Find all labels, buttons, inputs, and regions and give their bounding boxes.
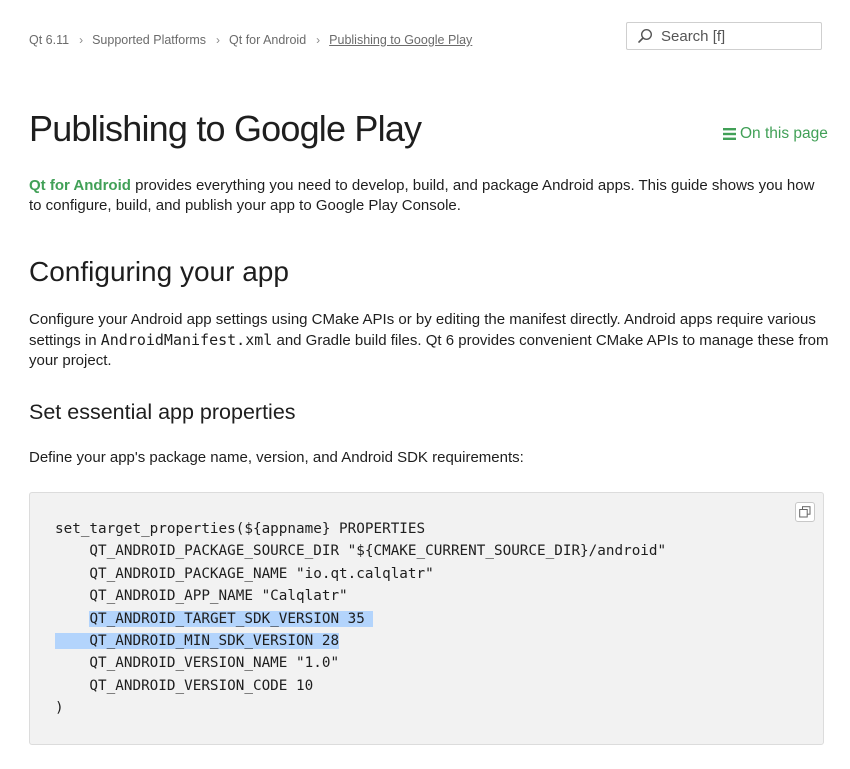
code-line: set_target_properties(${appname} PROPERT… [55,521,426,537]
breadcrumb-supported-platforms[interactable]: Supported Platforms [92,33,206,47]
chevron-right-icon: › [79,33,84,47]
on-this-page-label: On this page [740,125,828,142]
code-selected-text: QT_ANDROID_TARGET_SDK_VERSION 35 [89,610,374,627]
code-line-selected: QT_ANDROID_MIN_SDK_VERSION 28 [55,630,666,652]
subsection-paragraph: Define your app's package name, version,… [29,449,524,466]
code-line: ) [55,700,64,717]
code-content[interactable]: set_target_properties(${appname} PROPERT… [55,518,666,720]
menu-icon [723,128,736,140]
qt-for-android-link[interactable]: Qt for Android [29,177,131,194]
intro-paragraph: Qt for Android provides everything you n… [29,176,829,216]
code-line: QT_ANDROID_APP_NAME "Calqlatr" [55,588,348,605]
intro-text: provides everything you need to develop,… [29,177,815,214]
code-line-selected-partial: QT_ANDROID_TARGET_SDK_VERSION 35 [55,608,666,630]
manifest-code: AndroidManifest.xml [100,331,273,349]
search-icon [637,28,653,44]
code-line: QT_ANDROID_PACKAGE_SOURCE_DIR "${CMAKE_C… [55,543,667,560]
copy-icon [799,506,811,518]
section-paragraph: Configure your Android app settings usin… [29,310,829,371]
section-heading: Configuring your app [29,256,289,287]
on-this-page-toggle[interactable]: On this page [723,125,828,143]
breadcrumb-qt-for-android[interactable]: Qt for Android [229,33,306,47]
code-line: QT_ANDROID_PACKAGE_NAME "io.qt.calqlatr" [55,565,434,582]
breadcrumb-current-page[interactable]: Publishing to Google Play [329,33,472,47]
chevron-right-icon: › [316,33,321,47]
copy-button[interactable] [795,502,815,522]
code-line: QT_ANDROID_VERSION_CODE 10 [55,677,314,694]
code-selected-text: QT_ANDROID_MIN_SDK_VERSION 28 [55,632,340,649]
code-line: QT_ANDROID_VERSION_NAME "1.0" [55,655,340,672]
search-input[interactable] [661,27,811,45]
search-box[interactable] [626,22,822,50]
breadcrumb-qt-version[interactable]: Qt 6.11 [29,33,69,47]
chevron-right-icon: › [216,33,221,47]
breadcrumb: Qt 6.11 › Supported Platforms › Qt for A… [29,33,472,47]
page-title: Publishing to Google Play [29,108,422,149]
subsection-heading: Set essential app properties [29,400,296,424]
code-block: set_target_properties(${appname} PROPERT… [29,492,824,745]
